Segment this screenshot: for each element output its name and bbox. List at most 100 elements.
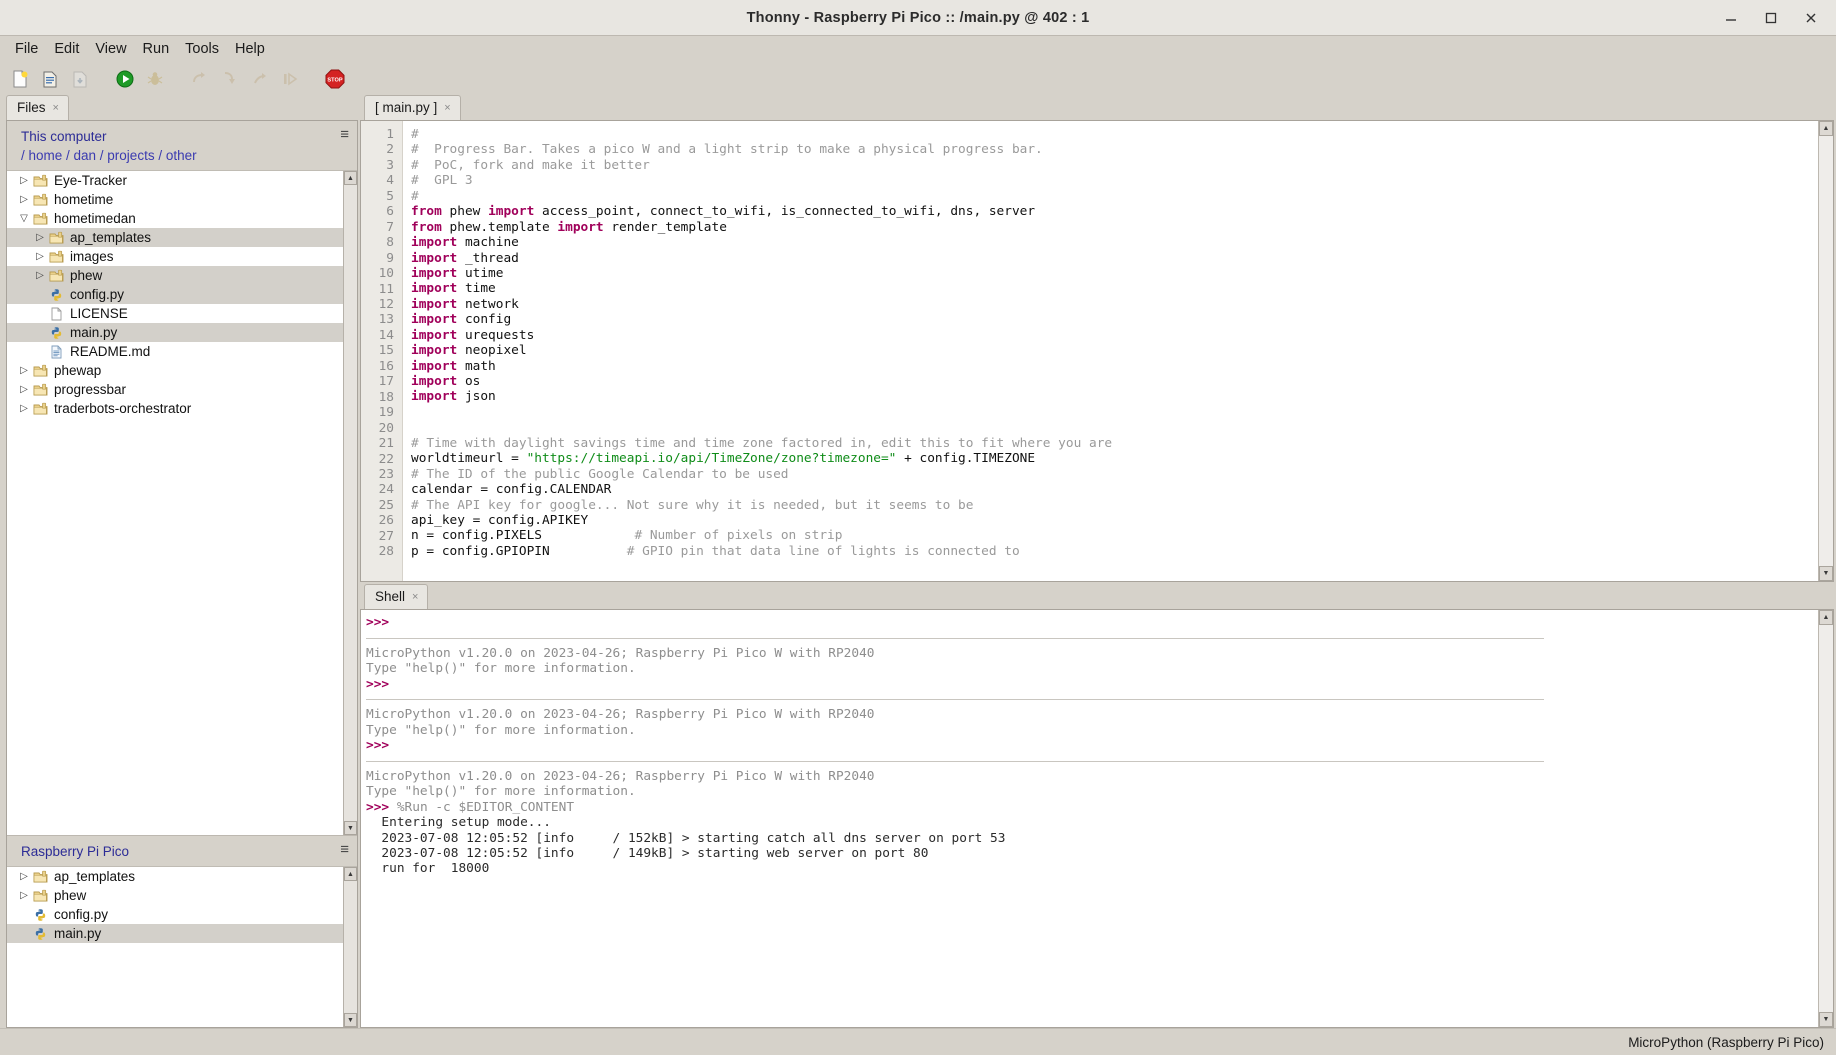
code-line[interactable]: from phew import access_point, connect_t… [411,204,1833,219]
shell-line[interactable]: >>> [366,615,1833,630]
code-line[interactable]: # [411,127,1833,142]
code-line[interactable]: # Progress Bar. Takes a pico W and a lig… [411,142,1833,157]
tree-item-images[interactable]: ▷images [7,247,357,266]
save-file-icon[interactable] [66,65,93,92]
shell-output[interactable]: >>>MicroPython v1.20.0 on 2023-04-26; Ra… [361,610,1833,1027]
stop-icon[interactable]: STOP [321,65,348,92]
chevron-right-icon[interactable]: ▷ [33,270,47,281]
code-line[interactable]: import network [411,297,1833,312]
code-line[interactable]: p = config.GPIOPIN # GPIO pin that data … [411,544,1833,559]
step-out-icon[interactable] [246,65,273,92]
menu-item-file[interactable]: File [7,39,46,59]
code-line[interactable]: # PoC, fork and make it better [411,158,1833,173]
code-line[interactable]: api_key = config.APIKEY [411,513,1833,528]
shell-scrollbar[interactable]: ▲ ▼ [1818,610,1833,1027]
chevron-right-icon[interactable]: ▷ [33,251,47,262]
shell-line[interactable]: >>> %Run -c $EDITOR_CONTENT [366,800,1833,815]
tree-item-eye-tracker[interactable]: ▷Eye-Tracker [7,171,357,190]
minimize-button[interactable] [1722,9,1740,27]
run-icon[interactable] [111,65,138,92]
code-line[interactable] [411,420,1833,435]
resume-icon[interactable] [276,65,303,92]
scroll-up-icon[interactable]: ▲ [1819,121,1833,136]
chevron-down-icon[interactable]: ▽ [17,213,31,224]
close-icon[interactable]: × [444,102,450,114]
shell-line[interactable]: >>> [366,738,1833,753]
code-line[interactable]: worldtimeurl = "https://timeapi.io/api/T… [411,451,1833,466]
code-line[interactable]: import time [411,281,1833,296]
close-icon[interactable]: × [53,102,59,114]
step-into-icon[interactable] [216,65,243,92]
scroll-up-icon[interactable]: ▲ [1819,610,1833,625]
breadcrumb[interactable]: / home / dan / projects / other [21,146,349,165]
tree-item-traderbots-orchestrator[interactable]: ▷traderbots-orchestrator [7,399,357,418]
chevron-right-icon[interactable]: ▷ [17,871,31,882]
tree-item-main-py[interactable]: main.py [7,924,357,943]
tree-item-main-py[interactable]: main.py [7,323,357,342]
editor-scrollbar[interactable]: ▲ ▼ [1818,121,1833,581]
code-line[interactable]: calendar = config.CALENDAR [411,482,1833,497]
chevron-right-icon[interactable]: ▷ [17,194,31,205]
chevron-right-icon[interactable]: ▷ [17,890,31,901]
device-pane-menu-icon[interactable]: ≡ [340,842,349,857]
code-line[interactable]: # Time with daylight savings time and ti… [411,436,1833,451]
scroll-down-icon[interactable]: ▼ [344,1013,357,1027]
local-file-tree[interactable]: ▷Eye-Tracker▷hometime▽hometimedan▷ap_tem… [7,171,357,835]
tree-item-config-py[interactable]: config.py [7,905,357,924]
tree-item-phewap[interactable]: ▷phewap [7,361,357,380]
tree-item-license[interactable]: LICENSE [7,304,357,323]
code-line[interactable]: import utime [411,266,1833,281]
chevron-right-icon[interactable]: ▷ [17,175,31,186]
scroll-down-icon[interactable]: ▼ [1819,566,1833,581]
code-line[interactable]: import os [411,374,1833,389]
tree-item-ap-templates[interactable]: ▷ap_templates [7,867,357,886]
menu-item-view[interactable]: View [87,39,134,59]
code-line[interactable]: import urequests [411,328,1833,343]
step-over-icon[interactable] [186,65,213,92]
code-editor[interactable]: 1234567891011121314151617181920212223242… [360,120,1834,582]
tab-shell[interactable]: Shell × [364,584,428,609]
maximize-button[interactable] [1762,9,1780,27]
chevron-right-icon[interactable]: ▷ [33,232,47,243]
code-line[interactable]: import _thread [411,251,1833,266]
scroll-down-icon[interactable]: ▼ [344,821,357,835]
close-icon[interactable]: × [412,591,418,603]
chevron-right-icon[interactable]: ▷ [17,365,31,376]
menu-item-help[interactable]: Help [227,39,273,59]
code-line[interactable] [411,405,1833,420]
code-line[interactable]: # GPL 3 [411,173,1833,188]
tree-item-ap-templates[interactable]: ▷ap_templates [7,228,357,247]
tree-item-hometime[interactable]: ▷hometime [7,190,357,209]
code-text[interactable]: ## Progress Bar. Takes a pico W and a li… [403,121,1833,581]
tree-scrollbar[interactable]: ▲▼ [343,171,357,835]
scroll-thumb[interactable] [344,185,357,821]
open-file-icon[interactable] [36,65,63,92]
tree-item-progressbar[interactable]: ▷progressbar [7,380,357,399]
chevron-right-icon[interactable]: ▷ [17,384,31,395]
scroll-thumb[interactable] [344,881,357,1013]
code-line[interactable]: # The API key for google... Not sure why… [411,498,1833,513]
interpreter-status[interactable]: MicroPython (Raspberry Pi Pico) [1628,1035,1824,1050]
pane-menu-icon[interactable]: ≡ [340,127,349,142]
tree-item-phew[interactable]: ▷phew [7,886,357,905]
device-file-tree[interactable]: ▷ap_templates▷phewconfig.pymain.py▲▼ [7,867,357,1027]
code-line[interactable]: import machine [411,235,1833,250]
menu-item-tools[interactable]: Tools [177,39,227,59]
scroll-up-icon[interactable]: ▲ [344,171,357,185]
shell-panel[interactable]: >>>MicroPython v1.20.0 on 2023-04-26; Ra… [360,609,1834,1028]
menu-item-edit[interactable]: Edit [46,39,87,59]
code-line[interactable]: n = config.PIXELS # Number of pixels on … [411,528,1833,543]
menu-item-run[interactable]: Run [135,39,178,59]
tree-item-readme-md[interactable]: README.md [7,342,357,361]
tree-item-config-py[interactable]: config.py [7,285,357,304]
close-button[interactable] [1802,9,1820,27]
scroll-up-icon[interactable]: ▲ [344,867,357,881]
code-line[interactable]: import config [411,312,1833,327]
tree-scrollbar[interactable]: ▲▼ [343,867,357,1027]
code-line[interactable]: import json [411,389,1833,404]
new-file-icon[interactable] [6,65,33,92]
tab-main-py[interactable]: [ main.py ] × [364,95,461,120]
chevron-right-icon[interactable]: ▷ [17,403,31,414]
shell-line[interactable]: >>> [366,677,1833,692]
tree-item-hometimedan[interactable]: ▽hometimedan [7,209,357,228]
